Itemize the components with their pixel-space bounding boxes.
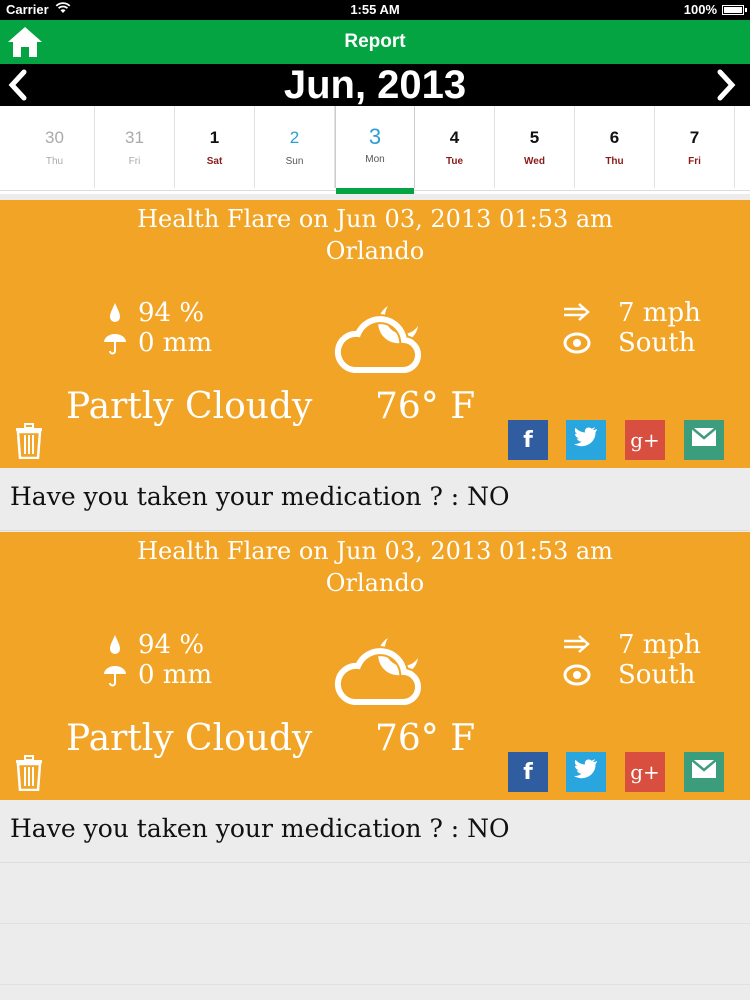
day-number: 1 bbox=[209, 128, 220, 147]
report-card[interactable]: Health Flare on Jun 03, 2013 01:53 am Orl… bbox=[0, 200, 750, 468]
day-name: Thu bbox=[45, 156, 64, 167]
trash-icon bbox=[14, 755, 44, 795]
humidity-drop-icon bbox=[102, 300, 128, 326]
day-cell-5[interactable]: 4 Tue bbox=[415, 106, 495, 188]
status-time: 1:55 AM bbox=[350, 2, 400, 17]
googleplus-share-button[interactable]: g+ bbox=[625, 752, 665, 792]
temperature: 76° F bbox=[375, 718, 476, 759]
day-number: 2 bbox=[289, 128, 300, 147]
day-number: 30 bbox=[45, 128, 64, 147]
email-icon bbox=[691, 759, 717, 785]
email-share-button[interactable] bbox=[684, 752, 724, 792]
day-number: 6 bbox=[609, 128, 620, 147]
wind-direction: South bbox=[618, 660, 696, 690]
precip-value: 0 mm bbox=[138, 328, 213, 358]
page-title: Report bbox=[344, 31, 406, 52]
report-location: Orlando bbox=[325, 237, 425, 265]
month-bar: Jun, 2013 bbox=[0, 64, 750, 106]
medication-question-row: Have you taken your medication ? : NO bbox=[0, 468, 750, 531]
report-title: Health Flare on Jun 03, 2013 01:53 am bbox=[137, 537, 613, 565]
delete-button[interactable] bbox=[14, 755, 44, 792]
status-bar: Carrier 1:55 AM 100% bbox=[0, 0, 750, 20]
wind-speed: 7 mph bbox=[618, 630, 701, 660]
day-cell-8[interactable]: 7 Fri bbox=[655, 106, 735, 188]
facebook-icon: f bbox=[523, 759, 533, 785]
empty-row bbox=[0, 862, 750, 924]
day-cell-partial[interactable] bbox=[735, 106, 750, 188]
day-strip: 30 Thu 31 Fri 1 Sat 2 Sun 3 Mon 4 Tue 5 Wed 6 Thu 7 Fri bbox=[0, 106, 750, 194]
umbrella-icon bbox=[102, 662, 128, 688]
battery-icon bbox=[722, 4, 747, 15]
day-number: 31 bbox=[125, 128, 144, 147]
day-cell-selected[interactable]: 3 Mon bbox=[335, 106, 415, 194]
day-cell-1[interactable]: 31 Fri bbox=[95, 106, 175, 188]
day-name: Sat bbox=[206, 156, 223, 167]
googleplus-icon: g+ bbox=[630, 760, 660, 784]
medication-question: Have you taken your medication ? : NO bbox=[10, 814, 510, 843]
month-title: Jun, 2013 bbox=[283, 63, 467, 107]
googleplus-share-button[interactable]: g+ bbox=[625, 420, 665, 460]
day-cell-2[interactable]: 1 Sat bbox=[175, 106, 255, 188]
report-location: Orlando bbox=[325, 569, 425, 597]
day-name: Tue bbox=[445, 156, 464, 167]
umbrella-icon bbox=[102, 330, 128, 356]
weather-condition: Partly Cloudy bbox=[66, 386, 313, 427]
day-cell-7[interactable]: 6 Thu bbox=[575, 106, 655, 188]
day-name: Fri bbox=[688, 156, 701, 167]
nav-bar: Report bbox=[0, 20, 750, 64]
humidity-value: 94 % bbox=[138, 298, 205, 328]
day-cell-0[interactable]: 30 Thu bbox=[15, 106, 95, 188]
weather-condition: Partly Cloudy bbox=[66, 718, 313, 759]
day-number: 4 bbox=[449, 128, 460, 147]
email-share-button[interactable] bbox=[684, 420, 724, 460]
selected-day-indicator bbox=[336, 188, 414, 194]
chevron-right-icon bbox=[717, 69, 736, 101]
day-name: Mon bbox=[365, 154, 385, 165]
wind-arrow-icon bbox=[562, 632, 592, 658]
wind-arrow-icon bbox=[562, 300, 592, 326]
twitter-share-button[interactable] bbox=[566, 752, 606, 792]
eye-icon bbox=[562, 330, 592, 356]
medication-question-row: Have you taken your medication ? : NO bbox=[0, 800, 750, 863]
day-number: 7 bbox=[689, 128, 700, 147]
eye-icon bbox=[562, 662, 592, 688]
wind-direction: South bbox=[618, 328, 696, 358]
report-card[interactable]: Health Flare on Jun 03, 2013 01:53 am Orl… bbox=[0, 532, 750, 800]
partly-cloudy-icon bbox=[326, 296, 428, 376]
googleplus-icon: g+ bbox=[630, 428, 660, 452]
humidity-value: 94 % bbox=[138, 630, 205, 660]
day-name: Thu bbox=[605, 156, 624, 167]
battery-fill bbox=[724, 6, 742, 13]
facebook-share-button[interactable]: f bbox=[508, 420, 548, 460]
report-title: Health Flare on Jun 03, 2013 01:53 am bbox=[137, 205, 613, 233]
twitter-icon bbox=[574, 759, 598, 785]
day-cell-3[interactable]: 2 Sun bbox=[255, 106, 335, 188]
empty-row bbox=[0, 923, 750, 985]
day-name: Fri bbox=[128, 156, 141, 167]
day-name: Wed bbox=[524, 156, 545, 167]
next-month-button[interactable] bbox=[712, 68, 740, 102]
delete-button[interactable] bbox=[14, 423, 44, 460]
twitter-share-button[interactable] bbox=[566, 420, 606, 460]
facebook-icon: f bbox=[523, 427, 533, 453]
precip-value: 0 mm bbox=[138, 660, 213, 690]
partly-cloudy-icon bbox=[326, 628, 428, 708]
humidity-drop-icon bbox=[102, 632, 128, 658]
temperature: 76° F bbox=[375, 386, 476, 427]
email-icon bbox=[691, 427, 717, 453]
twitter-icon bbox=[574, 427, 598, 453]
day-number: 5 bbox=[529, 128, 540, 147]
wind-speed: 7 mph bbox=[618, 298, 701, 328]
day-name: Sun bbox=[285, 156, 304, 167]
medication-question: Have you taken your medication ? : NO bbox=[10, 482, 510, 511]
trash-icon bbox=[14, 423, 44, 463]
day-cell-6[interactable]: 5 Wed bbox=[495, 106, 575, 188]
battery-label: 100% bbox=[683, 2, 717, 17]
day-number: 3 bbox=[368, 124, 382, 149]
facebook-share-button[interactable]: f bbox=[508, 752, 548, 792]
